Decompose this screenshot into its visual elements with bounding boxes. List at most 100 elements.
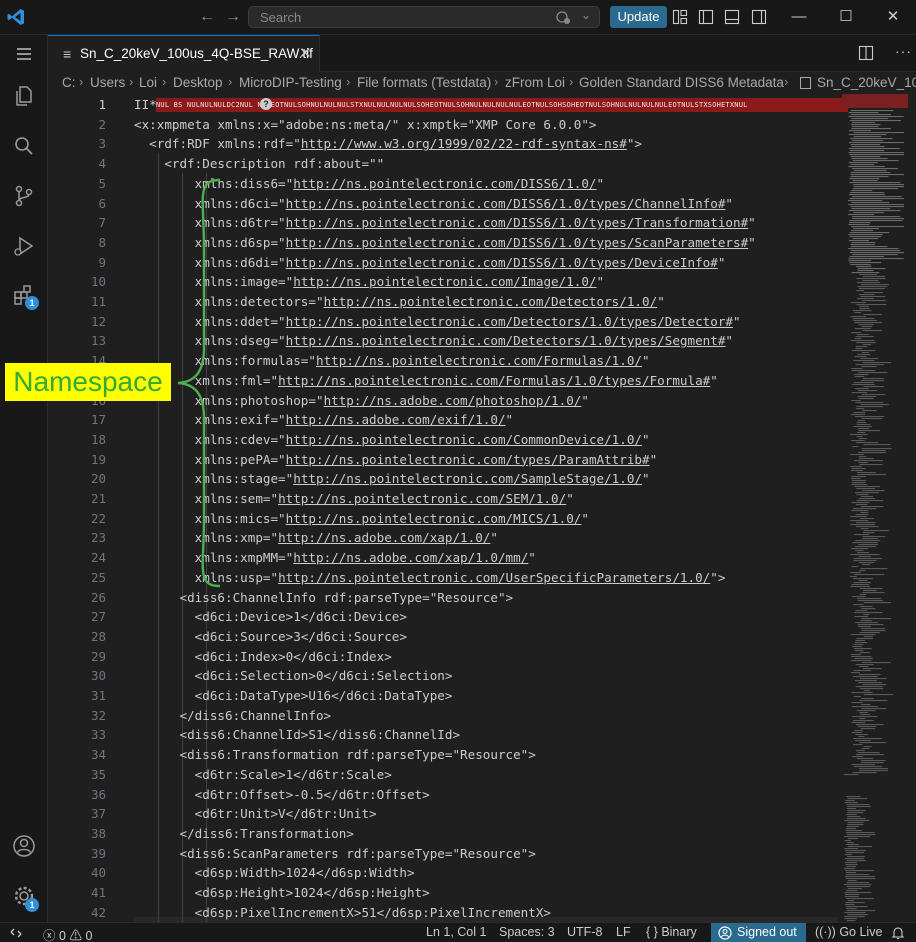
- namespace-url-link[interactable]: http://ns.pointelectronic.com/DISS6/1.0/…: [286, 235, 749, 250]
- code-line[interactable]: 26 <diss6:ChannelInfo rdf:parseType="Res…: [48, 588, 838, 608]
- code-line[interactable]: 29 <d6ci:Index>0</d6ci:Index>: [48, 647, 838, 667]
- indentation-status[interactable]: Spaces: 3: [499, 925, 555, 939]
- code-line[interactable]: 19 xmlns:pePA="http://ns.pointelectronic…: [48, 450, 838, 470]
- code-line[interactable]: 41 <d6sp:Height>1024</d6sp:Height>: [48, 883, 838, 903]
- language-mode-status[interactable]: { } Binary: [646, 925, 697, 939]
- tab-close-icon[interactable]: ✕: [299, 44, 312, 62]
- code-line[interactable]: 10 xmlns:image="http://ns.pointelectroni…: [48, 272, 838, 292]
- run-debug-icon[interactable]: [11, 233, 37, 259]
- breadcrumb-item[interactable]: MicroDIP-Testing: [239, 75, 342, 90]
- namespace-url-link[interactable]: http://ns.pointelectronic.com/UserSpecif…: [278, 570, 710, 585]
- source-control-icon[interactable]: [11, 183, 37, 209]
- namespace-url-link[interactable]: http://ns.pointelectronic.com/DISS6/1.0/…: [286, 215, 749, 230]
- update-button[interactable]: Update: [610, 6, 667, 28]
- breadcrumb-item[interactable]: Desktop: [173, 75, 223, 90]
- code-line[interactable]: 28 <d6ci:Source>3</d6ci:Source>: [48, 627, 838, 647]
- namespace-url-link[interactable]: http://ns.pointelectronic.com/Formulas/1…: [278, 373, 710, 388]
- breadcrumb-item[interactable]: Sn_C_20keV_100: [817, 75, 916, 90]
- code-line[interactable]: 42 <d6sp:PixelIncrementX>51</d6sp:PixelI…: [48, 903, 838, 922]
- toggle-secondary-sidebar-icon[interactable]: [751, 9, 767, 25]
- namespace-url-link[interactable]: http://ns.adobe.com/exif/1.0/: [286, 412, 506, 427]
- customize-layout-icon[interactable]: [672, 9, 688, 25]
- namespace-url-link[interactable]: http://www.w3.org/1999/02/22-rdf-syntax-…: [301, 136, 627, 151]
- go-live-status[interactable]: ((·)) Go Live: [815, 925, 882, 939]
- namespace-url-link[interactable]: http://ns.pointelectronic.com/Detectors/…: [286, 333, 726, 348]
- code-line[interactable]: 13 xmlns:dseg="http://ns.pointelectronic…: [48, 331, 838, 351]
- toggle-primary-sidebar-icon[interactable]: [698, 9, 714, 25]
- code-line[interactable]: 6 xmlns:d6ci="http://ns.pointelectronic.…: [48, 194, 838, 214]
- code-line[interactable]: 8 xmlns:d6sp="http://ns.pointelectronic.…: [48, 233, 838, 253]
- remote-icon[interactable]: [9, 926, 23, 940]
- chevron-down-icon[interactable]: ⌄: [581, 8, 591, 22]
- code-line[interactable]: 30 <d6ci:Selection>0</d6ci:Selection>: [48, 666, 838, 686]
- code-line[interactable]: 24 xmlns:xmpMM="http://ns.adobe.com/xap/…: [48, 548, 838, 568]
- errors-status[interactable]: ⓧ 0 ⚠ 0: [43, 925, 92, 942]
- code-line[interactable]: 35 <d6tr:Scale>1</d6tr:Scale>: [48, 765, 838, 785]
- namespace-url-link[interactable]: http://ns.pointelectronic.com/Image/1.0/: [293, 274, 596, 289]
- namespace-url-link[interactable]: http://ns.pointelectronic.com/DISS6/1.0/: [293, 176, 596, 191]
- copilot-icon[interactable]: [555, 9, 571, 25]
- breadcrumb-item[interactable]: zFrom Loi: [505, 75, 565, 90]
- code-line[interactable]: 18 xmlns:cdev="http://ns.pointelectronic…: [48, 430, 838, 450]
- tab-file[interactable]: ≡ Sn_C_20keV_100us_4Q-BSE_RAW.tif ✕: [48, 35, 320, 72]
- code-line[interactable]: 4 <rdf:Description rdf:about="": [48, 154, 838, 174]
- code-line[interactable]: 38 </diss6:Transformation>: [48, 824, 838, 844]
- breadcrumb-item[interactable]: Users: [90, 75, 125, 90]
- code-line[interactable]: 17 xmlns:exif="http://ns.adobe.com/exif/…: [48, 410, 838, 430]
- breadcrumb-item[interactable]: Golden Standard DISS6 Metadata: [579, 75, 784, 90]
- minimize-icon[interactable]: —: [787, 6, 811, 28]
- breadcrumb-item[interactable]: Loi: [139, 75, 157, 90]
- account-icon[interactable]: [11, 833, 37, 859]
- namespace-url-link[interactable]: http://ns.pointelectronic.com/types/Para…: [286, 452, 650, 467]
- code-line[interactable]: 36 <d6tr:Offset>-0.5</d6tr:Offset>: [48, 785, 838, 805]
- back-arrow-icon[interactable]: ←: [196, 6, 218, 28]
- code-line[interactable]: 9 xmlns:d6di="http://ns.pointelectronic.…: [48, 253, 838, 273]
- minimap[interactable]: [842, 94, 908, 922]
- code-line[interactable]: 39 <diss6:ScanParameters rdf:parseType="…: [48, 844, 838, 864]
- namespace-url-link[interactable]: http://ns.pointelectronic.com/Detectors/…: [324, 294, 658, 309]
- forward-arrow-icon[interactable]: →: [222, 6, 244, 28]
- namespace-url-link[interactable]: http://ns.pointelectronic.com/SampleStag…: [293, 471, 642, 486]
- code-line[interactable]: 21 xmlns:sem="http://ns.pointelectronic.…: [48, 489, 838, 509]
- code-line[interactable]: 31 <d6ci:DataType>U16</d6ci:DataType>: [48, 686, 838, 706]
- toggle-panel-icon[interactable]: [724, 9, 740, 25]
- code-line[interactable]: 33 <diss6:ChannelId>S1</diss6:ChannelId>: [48, 725, 838, 745]
- namespace-url-link[interactable]: http://ns.pointelectronic.com/Formulas/1…: [316, 353, 642, 368]
- code-line[interactable]: 5 xmlns:diss6="http://ns.pointelectronic…: [48, 174, 838, 194]
- more-actions-icon[interactable]: ···: [895, 43, 912, 59]
- namespace-url-link[interactable]: http://ns.pointelectronic.com/Detectors/…: [286, 314, 733, 329]
- code-line[interactable]: 40 <d6sp:Width>1024</d6sp:Width>: [48, 863, 838, 883]
- namespace-url-link[interactable]: http://ns.pointelectronic.com/CommonDevi…: [286, 432, 642, 447]
- code-line[interactable]: 20 xmlns:stage="http://ns.pointelectroni…: [48, 469, 838, 489]
- code-line[interactable]: 7 xmlns:d6tr="http://ns.pointelectronic.…: [48, 213, 838, 233]
- namespace-url-link[interactable]: http://ns.pointelectronic.com/MICS/1.0/: [286, 511, 582, 526]
- code-line[interactable]: 23 xmlns:xmp="http://ns.adobe.com/xap/1.…: [48, 528, 838, 548]
- eol-status[interactable]: LF: [616, 925, 631, 939]
- breadcrumb-item[interactable]: C:: [62, 75, 76, 90]
- maximize-icon[interactable]: ☐: [834, 6, 858, 28]
- code-line[interactable]: 37 <d6tr:Unit>V</d6tr:Unit>: [48, 804, 838, 824]
- namespace-url-link[interactable]: http://ns.pointelectronic.com/DISS6/1.0/…: [286, 255, 718, 270]
- namespace-url-link[interactable]: http://ns.adobe.com/xap/1.0/: [278, 530, 490, 545]
- breadcrumb-item[interactable]: File formats (Testdata): [357, 75, 491, 90]
- code-line[interactable]: 27 <d6ci:Device>1</d6ci:Device>: [48, 607, 838, 627]
- code-line[interactable]: 32 </diss6:ChannelInfo>: [48, 706, 838, 726]
- namespace-url-link[interactable]: http://ns.adobe.com/xap/1.0/mm/: [293, 550, 528, 565]
- namespace-url-link[interactable]: http://ns.adobe.com/photoshop/1.0/: [324, 393, 582, 408]
- close-window-icon[interactable]: ✕: [881, 6, 905, 28]
- code-line[interactable]: 34 <diss6:Transformation rdf:parseType="…: [48, 745, 838, 765]
- search-icon[interactable]: [11, 133, 37, 159]
- code-line[interactable]: 25 xmlns:usp="http://ns.pointelectronic.…: [48, 568, 838, 588]
- bell-icon[interactable]: [891, 926, 905, 940]
- explorer-icon[interactable]: [11, 83, 37, 109]
- code-line[interactable]: 2 <x:xmpmeta xmlns:x="adobe:ns:meta/" x:x…: [48, 115, 838, 135]
- code-line[interactable]: 22 xmlns:mics="http://ns.pointelectronic…: [48, 509, 838, 529]
- code-line[interactable]: 12 xmlns:ddet="http://ns.pointelectronic…: [48, 312, 838, 332]
- command-center-search[interactable]: Search ⌄: [248, 6, 600, 28]
- menu-icon[interactable]: [11, 41, 37, 67]
- code-line[interactable]: 3 <rdf:RDF xmlns:rdf="http://www.w3.org/…: [48, 134, 838, 154]
- code-line[interactable]: 1 II* NUL BS NULNULNULDC2NUL NULEOTNULSOHN…: [48, 95, 848, 115]
- namespace-url-link[interactable]: http://ns.pointelectronic.com/DISS6/1.0/…: [286, 196, 726, 211]
- signed-out-status[interactable]: Signed out: [711, 923, 806, 942]
- namespace-url-link[interactable]: http://ns.pointelectronic.com/SEM/1.0/: [278, 491, 566, 506]
